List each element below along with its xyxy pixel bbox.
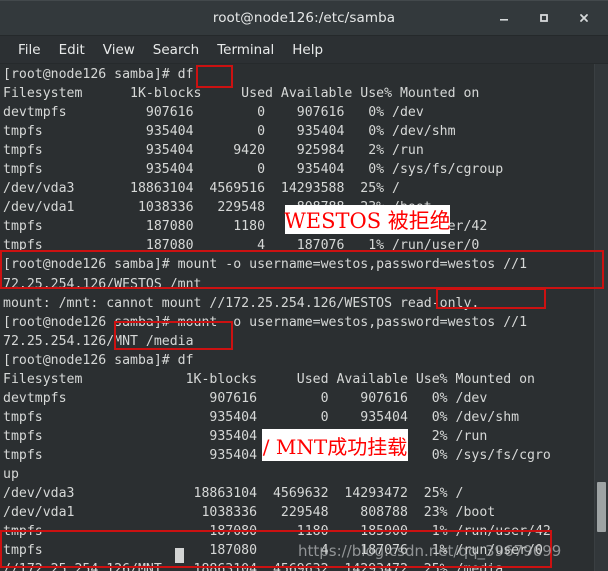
menu-item-terminal[interactable]: Terminal: [208, 40, 283, 60]
close-icon[interactable]: [577, 11, 591, 25]
terminal-screen[interactable]: [root@node126 samba]# df Filesystem 1K-b…: [0, 64, 608, 571]
title-bar[interactable]: root@node126:/etc/samba: [0, 0, 608, 36]
terminal-scrollbar[interactable]: [594, 64, 608, 571]
terminal-window: root@node126:/etc/samba File Edit View S…: [0, 0, 608, 571]
menu-item-edit[interactable]: Edit: [50, 40, 94, 60]
maximize-icon[interactable]: [537, 11, 551, 25]
terminal-cursor: [175, 548, 184, 563]
menu-item-file[interactable]: File: [9, 40, 50, 60]
menu-item-search[interactable]: Search: [144, 40, 208, 60]
annotation-westos-denied: WESTOS 被拒绝: [284, 205, 451, 234]
terminal-output: [root@node126 samba]# df Filesystem 1K-b…: [3, 67, 551, 571]
scrollbar-thumb[interactable]: [597, 482, 606, 532]
annotation-mnt-mounted: / MNT成功挂载: [262, 429, 408, 461]
menu-item-view[interactable]: View: [94, 40, 144, 60]
minimize-icon[interactable]: [497, 11, 511, 25]
menu-bar: File Edit View Search Terminal Help: [0, 36, 608, 64]
window-controls: [497, 11, 608, 25]
menu-item-help[interactable]: Help: [283, 40, 332, 60]
